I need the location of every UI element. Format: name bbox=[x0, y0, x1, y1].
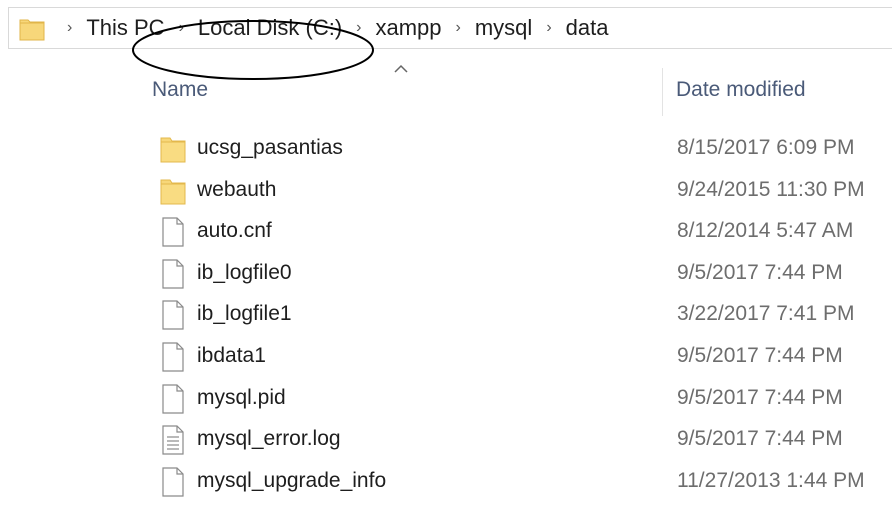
file-icon bbox=[160, 383, 186, 414]
file-row[interactable]: ucsg_pasantias 8/15/2017 6:09 PM bbox=[0, 128, 892, 170]
file-name: webauth bbox=[197, 177, 277, 201]
file-row[interactable]: auto.cnf 8/12/2014 5:47 AM bbox=[0, 211, 892, 253]
folder-icon bbox=[160, 176, 186, 206]
breadcrumb-mysql[interactable]: mysql bbox=[475, 13, 532, 43]
file-name: mysql.pid bbox=[197, 385, 286, 409]
chevron-right-icon: › bbox=[67, 19, 73, 36]
file-date-modified: 11/27/2013 1:44 PM bbox=[677, 468, 865, 492]
breadcrumb-data[interactable]: data bbox=[566, 13, 609, 43]
file-explorer-window: › This PC › Local Disk (C:) › xampp › my… bbox=[0, 0, 892, 515]
file-row[interactable]: mysql.pid 9/5/2017 7:44 PM bbox=[0, 378, 892, 420]
column-divider[interactable] bbox=[662, 68, 663, 116]
chevron-right-icon[interactable]: › bbox=[456, 20, 461, 36]
text-file-icon bbox=[160, 425, 186, 455]
file-name: mysql_error.log bbox=[197, 427, 341, 451]
breadcrumb-this-pc[interactable]: This PC bbox=[86, 13, 164, 43]
breadcrumb-local-disk[interactable]: Local Disk (C:) bbox=[198, 13, 342, 43]
file-name: ucsg_pasantias bbox=[197, 136, 343, 159]
file-row[interactable]: ib_logfile1 3/22/2017 7:41 PM bbox=[0, 294, 892, 336]
up-caret-icon bbox=[394, 64, 408, 73]
folder-icon bbox=[19, 17, 45, 41]
file-list: ucsg_pasantias 8/15/2017 6:09 PM webauth 9/… bbox=[0, 128, 892, 502]
file-icon bbox=[160, 467, 186, 497]
file-name: ib_logfile1 bbox=[197, 302, 292, 326]
file-row[interactable]: ib_logfile0 9/5/2017 7:44 PM bbox=[0, 253, 892, 295]
file-date-modified: 8/12/2014 5:47 AM bbox=[677, 219, 854, 243]
chevron-right-icon[interactable]: › bbox=[179, 20, 184, 36]
file-row[interactable]: mysql_error.log 9/5/2017 7:44 PM bbox=[0, 419, 892, 461]
column-header-row: Name Date modified bbox=[0, 62, 892, 118]
chevron-right-icon[interactable]: › bbox=[356, 20, 361, 36]
file-date-modified: 9/5/2017 7:44 PM bbox=[677, 385, 843, 409]
breadcrumb-xampp[interactable]: xampp bbox=[375, 13, 441, 43]
file-icon bbox=[160, 259, 186, 289]
file-date-modified: 8/15/2017 6:09 PM bbox=[677, 136, 855, 159]
file-name: ib_logfile0 bbox=[197, 260, 292, 284]
file-icon bbox=[160, 217, 186, 247]
file-date-modified: 3/22/2017 7:41 PM bbox=[677, 302, 855, 326]
file-row[interactable]: webauth 9/24/2015 11:30 PM bbox=[0, 170, 892, 212]
file-icon bbox=[160, 342, 186, 372]
address-bar[interactable]: › This PC › Local Disk (C:) › xampp › my… bbox=[8, 7, 892, 49]
file-icon bbox=[160, 300, 186, 330]
folder-icon bbox=[160, 134, 186, 164]
file-date-modified: 9/5/2017 7:44 PM bbox=[677, 427, 843, 451]
file-name: auto.cnf bbox=[197, 219, 272, 243]
file-name: mysql_upgrade_info bbox=[197, 468, 387, 492]
column-header-date-modified[interactable]: Date modified bbox=[676, 78, 806, 102]
file-name: ibdata1 bbox=[197, 343, 266, 367]
column-header-name[interactable]: Name bbox=[152, 78, 208, 102]
file-row[interactable]: ibdata1 9/5/2017 7:44 PM bbox=[0, 336, 892, 378]
chevron-right-icon[interactable]: › bbox=[546, 20, 551, 36]
file-date-modified: 9/24/2015 11:30 PM bbox=[677, 177, 865, 201]
file-row[interactable]: mysql_upgrade_info 11/27/2013 1:44 PM bbox=[0, 461, 892, 503]
file-date-modified: 9/5/2017 7:44 PM bbox=[677, 343, 843, 367]
file-date-modified: 9/5/2017 7:44 PM bbox=[677, 260, 843, 284]
